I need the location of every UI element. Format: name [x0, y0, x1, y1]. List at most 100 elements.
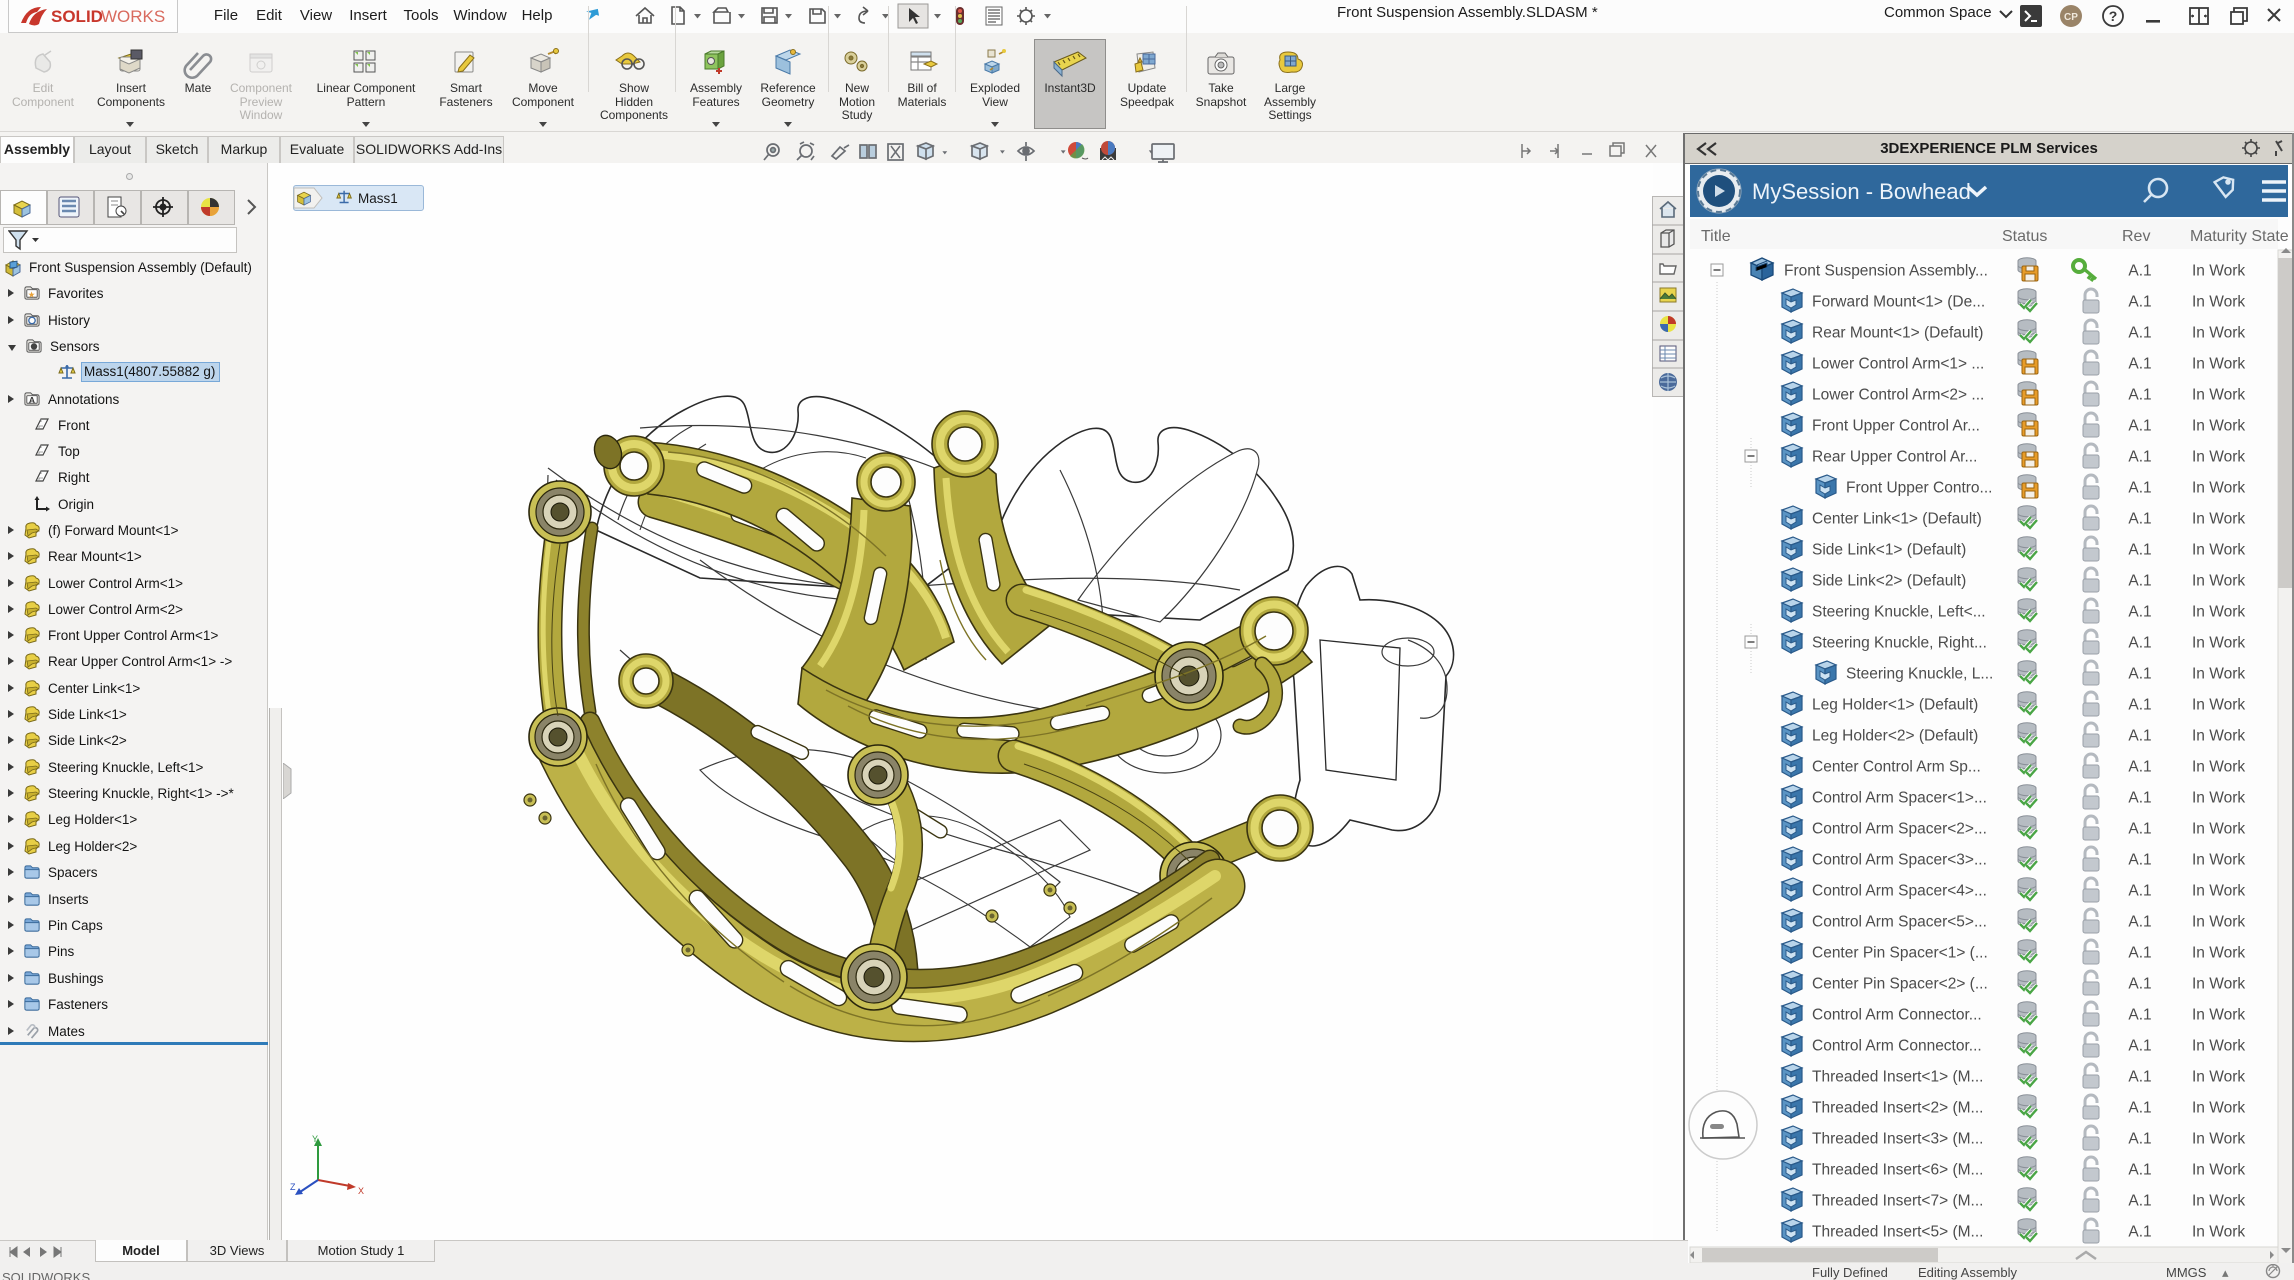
- svg-text:In Work: In Work: [2192, 790, 2245, 807]
- svg-text:★: ★: [28, 289, 36, 299]
- svg-text:Title: Title: [1701, 228, 1731, 245]
- svg-text:A.1: A.1: [2128, 511, 2151, 528]
- svg-text:In Work: In Work: [2192, 387, 2245, 404]
- svg-text:A.1: A.1: [2128, 387, 2151, 404]
- svg-text:Threaded Insert<1> (M...: Threaded Insert<1> (M...: [1812, 1069, 1983, 1086]
- svg-text:Control Arm Connector...: Control Arm Connector...: [1812, 1038, 1982, 1055]
- svg-text:In Work: In Work: [2192, 821, 2245, 838]
- svg-text:A.1: A.1: [2128, 1162, 2151, 1179]
- svg-text:?: ?: [2109, 8, 2118, 24]
- svg-text:In Work: In Work: [2192, 883, 2245, 900]
- svg-text:In Work: In Work: [2192, 728, 2245, 745]
- svg-text:A.1: A.1: [2128, 1193, 2151, 1210]
- svg-text:In Work: In Work: [2192, 294, 2245, 311]
- svg-text:A.1: A.1: [2128, 759, 2151, 776]
- svg-text:Z: Z: [290, 1182, 296, 1192]
- svg-text:WORKS: WORKS: [101, 7, 165, 26]
- svg-text:A.1: A.1: [2128, 635, 2151, 652]
- svg-text:In Work: In Work: [2192, 1038, 2245, 1055]
- svg-text:A.1: A.1: [2128, 976, 2151, 993]
- svg-text:Rear Upper Control Ar...: Rear Upper Control Ar...: [1812, 449, 1977, 466]
- svg-text:A.1: A.1: [2128, 728, 2151, 745]
- svg-text:Y: Y: [312, 1134, 318, 1144]
- svg-text:In Work: In Work: [2192, 511, 2245, 528]
- svg-text:Center Pin Spacer<1> (...: Center Pin Spacer<1> (...: [1812, 945, 1988, 962]
- svg-text:A.1: A.1: [2128, 1100, 2151, 1117]
- svg-text:Threaded Insert<2> (M...: Threaded Insert<2> (M...: [1812, 1100, 1983, 1117]
- svg-text:Mass1: Mass1: [358, 191, 398, 206]
- svg-text:A.1: A.1: [2128, 480, 2151, 497]
- svg-text:In Work: In Work: [2192, 1100, 2245, 1117]
- svg-text:A.1: A.1: [2128, 697, 2151, 714]
- svg-text:In Work: In Work: [2192, 976, 2245, 993]
- svg-text:Lower Control Arm<2> ...: Lower Control Arm<2> ...: [1812, 387, 1984, 404]
- svg-text:In Work: In Work: [2192, 945, 2245, 962]
- svg-text:Leg Holder<2> (Default): Leg Holder<2> (Default): [1812, 728, 1978, 745]
- svg-text:A.1: A.1: [2128, 573, 2151, 590]
- svg-text:A.1: A.1: [2128, 914, 2151, 931]
- svg-text:Lower Control Arm<1> ...: Lower Control Arm<1> ...: [1812, 356, 1984, 373]
- svg-text:In Work: In Work: [2192, 356, 2245, 373]
- svg-text:Control Arm Spacer<1>...: Control Arm Spacer<1>...: [1812, 790, 1987, 807]
- svg-text:A.1: A.1: [2128, 883, 2151, 900]
- svg-text:Front Suspension Assembly...: Front Suspension Assembly...: [1784, 263, 1988, 280]
- svg-text:In Work: In Work: [2192, 914, 2245, 931]
- svg-text:Steering Knuckle, L...: Steering Knuckle, L...: [1846, 666, 1993, 683]
- svg-text:Center Pin Spacer<2> (...: Center Pin Spacer<2> (...: [1812, 976, 1988, 993]
- svg-text:A.1: A.1: [2128, 263, 2151, 280]
- svg-text:In Work: In Work: [2192, 418, 2245, 435]
- svg-text:A.1: A.1: [2128, 1069, 2151, 1086]
- svg-text:A.1: A.1: [2128, 1038, 2151, 1055]
- svg-text:In Work: In Work: [2192, 325, 2245, 342]
- svg-text:Side Link<1> (Default): Side Link<1> (Default): [1812, 542, 1966, 559]
- svg-text:In Work: In Work: [2192, 1131, 2245, 1148]
- svg-text:Side Link<2> (Default): Side Link<2> (Default): [1812, 573, 1966, 590]
- svg-text:Threaded Insert<7> (M...: Threaded Insert<7> (M...: [1812, 1193, 1983, 1210]
- svg-text:Threaded Insert<5> (M...: Threaded Insert<5> (M...: [1812, 1224, 1983, 1241]
- svg-text:A.1: A.1: [2128, 418, 2151, 435]
- svg-text:A.1: A.1: [2128, 604, 2151, 621]
- svg-text:In Work: In Work: [2192, 1162, 2245, 1179]
- svg-text:In Work: In Work: [2192, 852, 2245, 869]
- svg-text:In Work: In Work: [2192, 635, 2245, 652]
- svg-text:A.1: A.1: [2128, 790, 2151, 807]
- svg-text:A.1: A.1: [2128, 821, 2151, 838]
- svg-text:Leg Holder<1> (Default): Leg Holder<1> (Default): [1812, 697, 1978, 714]
- svg-text:A.1: A.1: [2128, 294, 2151, 311]
- svg-text:In Work: In Work: [2192, 604, 2245, 621]
- svg-text:Control Arm Spacer<5>...: Control Arm Spacer<5>...: [1812, 914, 1987, 931]
- svg-text:A.1: A.1: [2128, 1131, 2151, 1148]
- svg-text:X: X: [358, 1186, 364, 1196]
- svg-text:In Work: In Work: [2192, 666, 2245, 683]
- svg-text:Status: Status: [2002, 228, 2047, 245]
- svg-text:Front Upper Contro...: Front Upper Contro...: [1846, 480, 1992, 497]
- svg-text:Rear Mount<1> (Default): Rear Mount<1> (Default): [1812, 325, 1983, 342]
- svg-text:Maturity State: Maturity State: [2190, 228, 2289, 245]
- svg-text:A.1: A.1: [2128, 356, 2151, 373]
- svg-text:Threaded Insert<3> (M...: Threaded Insert<3> (M...: [1812, 1131, 1983, 1148]
- svg-text:In Work: In Work: [2192, 1007, 2245, 1024]
- svg-text:Steering Knuckle, Left<...: Steering Knuckle, Left<...: [1812, 604, 1986, 621]
- svg-text:A.1: A.1: [2128, 666, 2151, 683]
- svg-text:Steering Knuckle, Right...: Steering Knuckle, Right...: [1812, 635, 1987, 652]
- svg-text:SOLID: SOLID: [51, 7, 103, 26]
- svg-text:Control Arm Spacer<3>...: Control Arm Spacer<3>...: [1812, 852, 1987, 869]
- svg-text:CP: CP: [2064, 12, 2078, 23]
- svg-text:A: A: [29, 395, 35, 405]
- svg-text:Control Arm Spacer<2>...: Control Arm Spacer<2>...: [1812, 821, 1987, 838]
- svg-text:In Work: In Work: [2192, 449, 2245, 466]
- svg-text:Forward Mount<1> (De...: Forward Mount<1> (De...: [1812, 294, 1985, 311]
- svg-text:A.1: A.1: [2128, 449, 2151, 466]
- svg-text:Center Link<1> (Default): Center Link<1> (Default): [1812, 511, 1982, 528]
- svg-text:A.1: A.1: [2128, 1007, 2151, 1024]
- svg-text:Front Upper Control Ar...: Front Upper Control Ar...: [1812, 418, 1980, 435]
- svg-text:In Work: In Work: [2192, 480, 2245, 497]
- svg-text:Control Arm Spacer<4>...: Control Arm Spacer<4>...: [1812, 883, 1987, 900]
- svg-text:In Work: In Work: [2192, 1069, 2245, 1086]
- svg-text:In Work: In Work: [2192, 1224, 2245, 1241]
- svg-text:A.1: A.1: [2128, 852, 2151, 869]
- svg-text:In Work: In Work: [2192, 697, 2245, 714]
- svg-text:In Work: In Work: [2192, 573, 2245, 590]
- svg-text:A.1: A.1: [2128, 542, 2151, 559]
- svg-text:In Work: In Work: [2192, 263, 2245, 280]
